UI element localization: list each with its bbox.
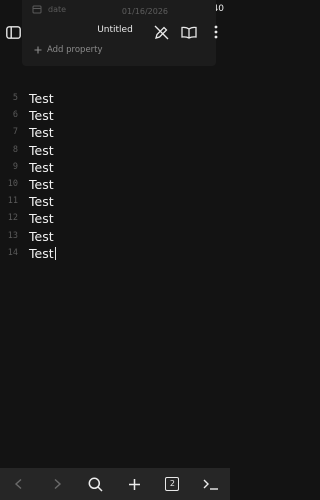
more-vertical-icon [214, 25, 218, 39]
command-palette-button[interactable] [198, 471, 224, 497]
search-button[interactable] [83, 471, 109, 497]
new-note-button[interactable] [121, 471, 147, 497]
tabs-button[interactable]: 2 [159, 471, 185, 497]
reading-view-button[interactable] [178, 21, 200, 43]
editor-line[interactable]: 14 Test [0, 245, 230, 262]
text-cursor [54, 246, 56, 260]
line-number: 11 [7, 196, 18, 207]
line-text[interactable]: Test [29, 125, 54, 140]
add-property-label: Add property [47, 45, 103, 55]
line-text[interactable]: Test [29, 108, 54, 123]
line-number: 12 [7, 213, 18, 224]
back-button[interactable] [6, 471, 32, 497]
line-text[interactable]: Test [29, 91, 54, 106]
line-text[interactable]: Test [29, 211, 54, 226]
property-row-date[interactable]: date [32, 4, 66, 14]
property-name: date [48, 4, 67, 14]
line-text[interactable]: Test [29, 194, 54, 209]
editor-line[interactable]: 8 Test [0, 142, 230, 159]
line-text[interactable]: Test [29, 177, 54, 192]
line-number: 13 [7, 230, 18, 241]
bottom-toolbar: 2 [0, 468, 230, 500]
terminal-icon [203, 479, 218, 490]
tab-count: 2 [165, 477, 180, 491]
editor[interactable]: 5 Test 6 Test 7 Test 8 Test 9 Test 10 Test 11 Test 12 T… [0, 90, 230, 262]
add-property-button[interactable]: Add property [34, 45, 103, 55]
line-text[interactable]: Test [29, 143, 54, 158]
forward-button[interactable] [44, 471, 70, 497]
arrow-left-icon [15, 478, 22, 490]
editor-line[interactable]: 11 Test [0, 193, 230, 210]
arrow-right-icon [55, 478, 62, 490]
editor-line[interactable]: 6 Test [0, 107, 230, 124]
pencil-off-icon [154, 25, 168, 39]
line-number: 7 [12, 127, 18, 138]
editor-line[interactable]: 7 Test [0, 124, 230, 141]
plus-icon [128, 478, 140, 490]
editor-line[interactable]: 5 Test [0, 90, 230, 107]
line-text[interactable]: Test [29, 246, 56, 261]
line-number: 8 [12, 144, 18, 155]
note-header: Untitled [0, 20, 230, 44]
line-text[interactable]: Test [29, 160, 54, 175]
editor-line[interactable]: 9 Test [0, 159, 230, 176]
line-number: 5 [12, 93, 18, 103]
line-number: 10 [7, 178, 18, 189]
book-open-icon [181, 26, 197, 39]
property-date-value[interactable]: 01/16/2026 [122, 7, 168, 16]
line-number: 6 [12, 110, 18, 121]
calendar-icon [32, 5, 42, 14]
more-options-button[interactable] [205, 21, 227, 43]
editor-line[interactable]: 13 Test [0, 228, 230, 245]
editor-line[interactable]: 12 Test [0, 210, 230, 227]
line-number: 14 [7, 247, 18, 258]
search-icon [88, 477, 103, 492]
line-number: 9 [12, 161, 18, 172]
edit-mode-button[interactable] [150, 21, 172, 43]
editor-line[interactable]: 10 Test [0, 176, 230, 193]
line-text[interactable]: Test [29, 229, 54, 244]
plus-icon [34, 46, 42, 54]
